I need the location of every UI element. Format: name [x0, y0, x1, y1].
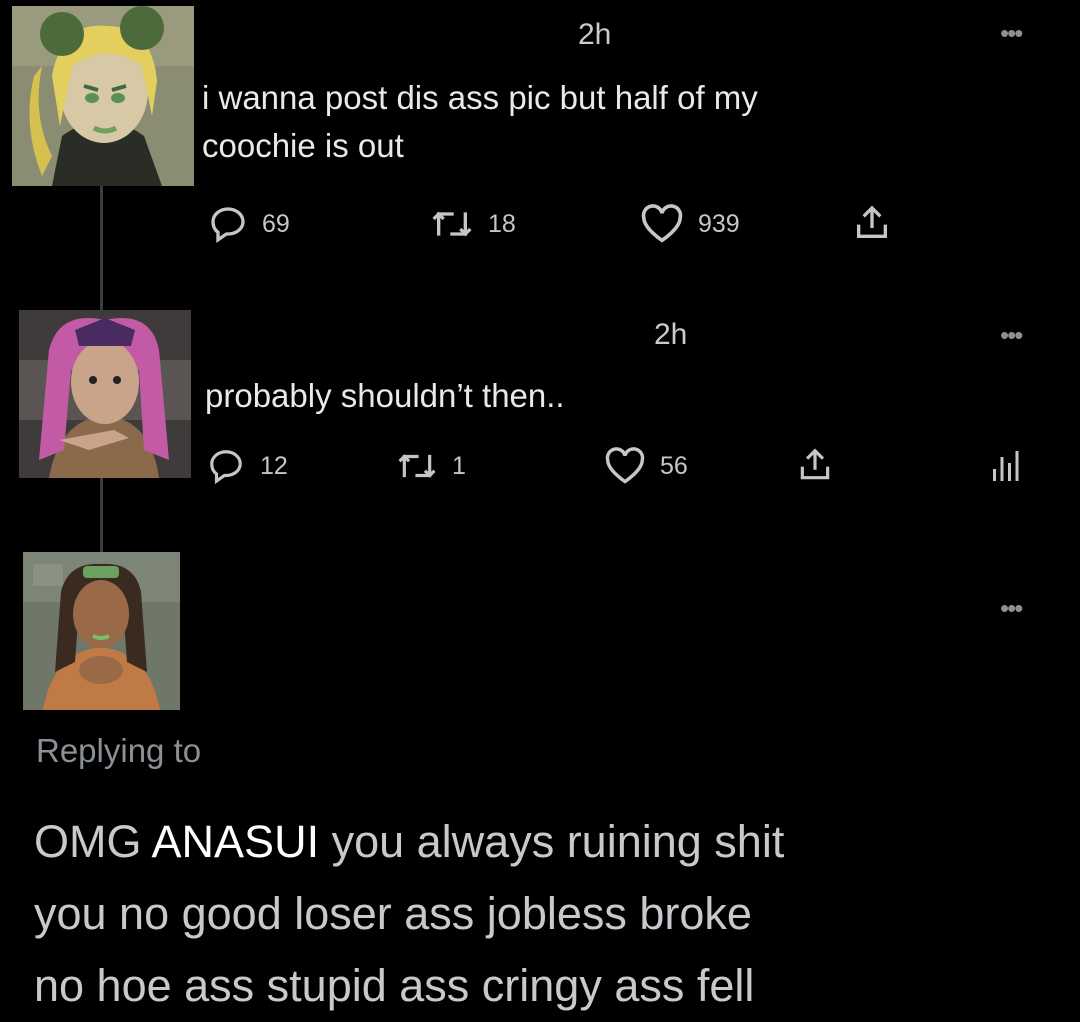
- share-button[interactable]: [852, 202, 892, 244]
- tweet-text-line: coochie is out: [202, 127, 404, 164]
- thread-line: [100, 186, 103, 310]
- like-count: 56: [660, 451, 688, 480]
- avatar[interactable]: [23, 552, 180, 710]
- retweet-button[interactable]: 1: [396, 447, 466, 485]
- reply-count: 69: [262, 209, 290, 238]
- tweet-text: i wanna post dis ass pic but half of my …: [202, 74, 758, 170]
- like-count: 939: [698, 209, 740, 238]
- avatar-image: [23, 552, 180, 710]
- retweet-icon: [398, 454, 436, 478]
- analytics-icon: [993, 451, 1019, 481]
- replying-to-label: Replying to: [36, 732, 202, 769]
- analytics-button[interactable]: [990, 448, 1020, 484]
- reply-tweet-text: OMG ANASUI you always ruining shit you n…: [34, 806, 1074, 1022]
- heart-icon: [641, 204, 683, 243]
- avatar[interactable]: [19, 310, 191, 478]
- share-button[interactable]: [796, 445, 834, 485]
- speech-bubble-icon: [211, 207, 245, 244]
- avatar-image: [19, 310, 191, 478]
- reply-button[interactable]: 12: [206, 447, 288, 485]
- retweet-count: 1: [452, 451, 466, 480]
- heart-icon: [605, 447, 645, 484]
- reply-text-line: no hoe ass stupid ass cringy ass fell: [34, 960, 755, 1011]
- reply-text-start: OMG: [34, 816, 142, 867]
- speech-bubble-icon: [210, 450, 242, 485]
- tweet-timestamp[interactable]: 2h: [578, 18, 611, 52]
- more-dots-icon[interactable]: •••: [1000, 320, 1023, 351]
- avatar-image: [12, 6, 194, 186]
- reply-count: 12: [260, 451, 288, 480]
- share-icon: [800, 448, 830, 480]
- reply-text-end: you always ruining shit: [331, 816, 785, 867]
- thread-line: [100, 478, 103, 552]
- retweet-icon: [432, 211, 472, 237]
- more-dots-icon[interactable]: •••: [1000, 18, 1023, 49]
- retweet-button[interactable]: 18: [430, 204, 516, 244]
- like-button[interactable]: 939: [640, 204, 740, 244]
- reply-button[interactable]: 69: [208, 204, 290, 244]
- share-icon: [857, 205, 887, 238]
- tweet-text-line: i wanna post dis ass pic but half of my: [202, 79, 758, 116]
- tweet-text: probably shouldn’t then..: [205, 377, 565, 414]
- reply-text-line: you no good loser ass jobless broke: [34, 888, 752, 939]
- avatar[interactable]: [12, 6, 194, 186]
- like-button[interactable]: 56: [604, 447, 688, 485]
- tweet-timestamp[interactable]: 2h: [654, 318, 687, 352]
- mentioned-name: ANASUI: [151, 816, 320, 867]
- more-dots-icon[interactable]: •••: [1000, 593, 1023, 624]
- retweet-count: 18: [488, 209, 516, 238]
- reply-text-line: OMG ANASUI you always ruining shit: [34, 806, 1074, 878]
